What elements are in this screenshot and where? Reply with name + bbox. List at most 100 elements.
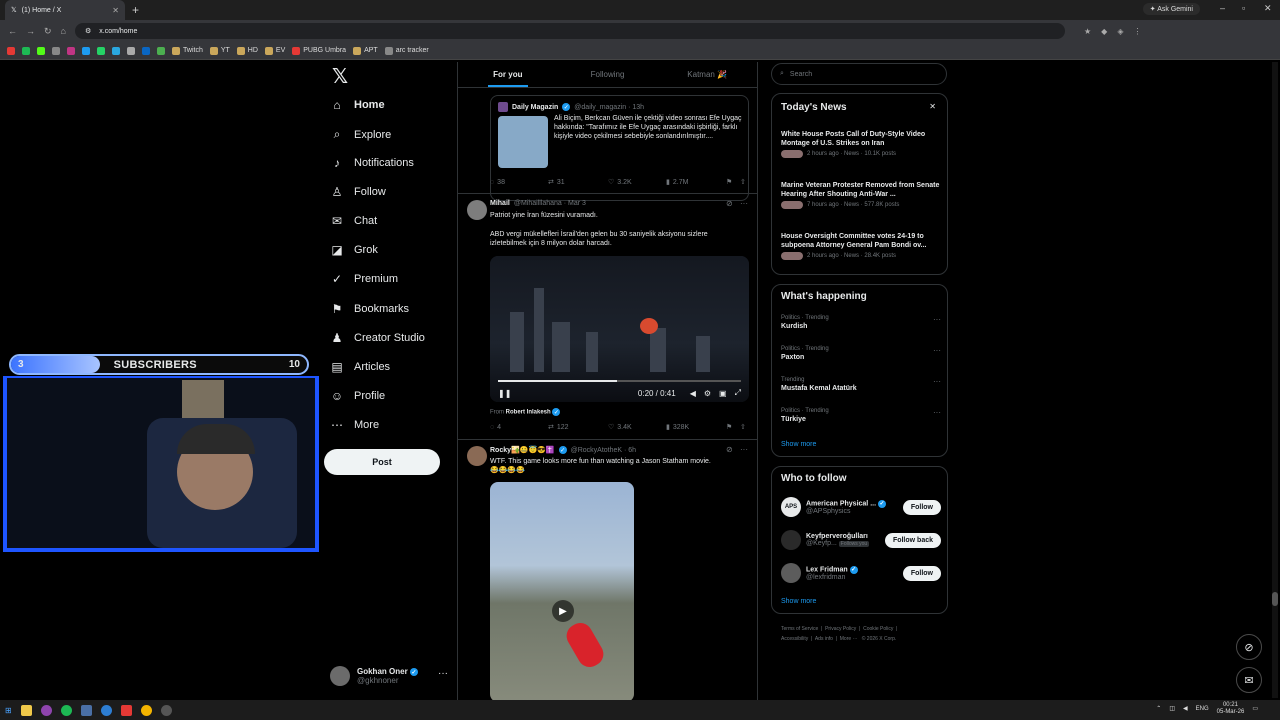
home-icon[interactable]: ⌂ [61, 26, 66, 36]
footer-link[interactable]: More ··· [840, 636, 858, 642]
trend-more-icon[interactable]: ··· [933, 408, 941, 417]
nav-item-home[interactable]: ⌂ Home [330, 98, 384, 112]
nav-item-more[interactable]: ⋯ More [330, 418, 379, 432]
play-icon[interactable]: ▶ [552, 600, 574, 622]
news-item[interactable]: House Oversight Committee votes 24-19 to… [781, 232, 941, 261]
settings-icon[interactable]: ⚙ [704, 389, 711, 398]
bookmark-favicon-icon[interactable] [97, 46, 105, 55]
bookmark-item[interactable]: PUBG Umbra [292, 46, 346, 55]
chrome-icon[interactable] [140, 704, 152, 716]
account-switcher[interactable]: Gokhan Oner ✓ @gkhnoner [330, 666, 418, 686]
trend-item[interactable]: Politics · Trending Kurdish ··· [781, 315, 941, 330]
ask-gemini-button[interactable]: ✦ Ask Gemini [1142, 3, 1200, 15]
bookmark-icon[interactable]: ⚑ [726, 178, 740, 186]
from-name[interactable]: Robert Inlakesh [506, 410, 551, 416]
bookmark-item[interactable]: YT [209, 46, 230, 55]
pause-icon[interactable]: ❚❚ [498, 389, 511, 398]
bookmark-item[interactable]: HD [236, 46, 258, 55]
bookmark-item[interactable]: arc tracker [384, 46, 429, 55]
close-icon[interactable]: ✕ [929, 102, 936, 111]
messages-fab-icon[interactable]: ✉ [1236, 667, 1262, 693]
tweet-more-icon[interactable]: ··· [740, 199, 748, 208]
x-logo[interactable]: 𝕏 [332, 64, 348, 88]
trend-more-icon[interactable]: ··· [933, 346, 941, 355]
tweet-author[interactable]: Mihail [490, 200, 510, 207]
extension-icon[interactable]: ◆ [1101, 27, 1107, 36]
avatar[interactable] [467, 446, 487, 466]
views-button[interactable]: ▮ 328K [666, 423, 726, 432]
tweet-author[interactable]: Rocky🏜️🤐😇😎✝️ [490, 446, 555, 454]
minimize-icon[interactable]: – [1220, 3, 1225, 13]
footer-link[interactable]: Ads info [815, 636, 833, 642]
browser-tab[interactable]: 𝕏 (1) Home / X ✕ [5, 0, 125, 20]
windows-start-icon[interactable]: ⊞ [5, 706, 12, 715]
follow-button[interactable]: Follow [902, 565, 941, 581]
search-input[interactable]: ⌕ Search [771, 63, 947, 85]
puzzle-icon[interactable]: ◈ [1117, 27, 1123, 36]
trend-more-icon[interactable]: ··· [933, 377, 941, 386]
grok-icon[interactable]: ⊘ [726, 445, 733, 454]
trend-item[interactable]: Politics · Trending Türkiye ··· [781, 408, 941, 423]
footer-link[interactable]: Privacy Policy [825, 626, 856, 632]
bookmark-favicon-icon[interactable] [157, 46, 165, 55]
grok-fab-icon[interactable]: ⊘ [1236, 634, 1262, 660]
tray-chevron-icon[interactable]: ⌃ [1156, 705, 1161, 712]
trend-item[interactable]: Trending Mustafa Kemal Atatürk ··· [781, 377, 941, 392]
bookmark-favicon-icon[interactable] [67, 46, 75, 55]
views-button[interactable]: ▮ 2.7M [666, 178, 726, 187]
like-button[interactable]: ♡ 3.2K [608, 178, 666, 187]
bookmark-favicon-icon[interactable] [7, 46, 15, 55]
show-more-link[interactable]: Show more [781, 598, 816, 605]
footer-link[interactable]: Cookie Policy [863, 626, 893, 632]
clock[interactable]: 00:21 05-Mar-26 [1217, 702, 1245, 715]
fullscreen-icon[interactable]: ⤢ [735, 388, 741, 398]
nav-item-articles[interactable]: ▤ Articles [330, 360, 390, 374]
share-icon[interactable]: ⇧ [740, 423, 746, 431]
volume-icon[interactable]: ◀ [1183, 705, 1188, 712]
bookmark-favicon-icon[interactable] [22, 46, 30, 55]
follow-suggestion[interactable]: Keyfperveroğulları @Keyfp... Follows you… [781, 530, 941, 550]
video-player[interactable]: ❚❚ 0:20 / 0:41 ◀ ⚙ ▣ ⤢ [490, 256, 749, 402]
language-indicator[interactable]: ENG [1196, 706, 1209, 712]
reload-icon[interactable]: ↻ [44, 26, 52, 37]
site-info-icon[interactable]: ⚙ [85, 27, 91, 35]
maximize-icon[interactable]: ▫ [1242, 3, 1245, 13]
quoted-thumbnail[interactable] [498, 116, 548, 168]
nav-item-premium[interactable]: ✓ Premium [330, 272, 398, 286]
nav-item-chat[interactable]: ✉ Chat [330, 214, 377, 228]
bookmark-favicon-icon[interactable] [52, 46, 60, 55]
bookmark-favicon-icon[interactable] [142, 46, 150, 55]
bookmark-favicon-icon[interactable] [37, 46, 45, 55]
avatar[interactable] [467, 200, 487, 220]
scrollbar-thumb[interactable] [1272, 592, 1278, 606]
bookmark-favicon-icon[interactable] [82, 46, 90, 55]
show-more-link[interactable]: Show more [781, 441, 816, 448]
app-icon[interactable] [40, 704, 52, 716]
grok-icon[interactable]: ⊘ [726, 199, 733, 208]
bookmark-item[interactable]: APT [353, 46, 378, 55]
follow-suggestion[interactable]: Lex Fridman ✓ @lexfridman Follow [781, 563, 941, 583]
repost-button[interactable]: ⇄ 31 [548, 178, 608, 187]
tab-following[interactable]: Following [558, 62, 658, 87]
follow-suggestion[interactable]: APS American Physical ... ✓ @APSphysics … [781, 497, 941, 517]
pip-icon[interactable]: ▣ [719, 389, 727, 398]
back-icon[interactable]: ← [8, 26, 17, 36]
news-item[interactable]: Marine Veteran Protester Removed from Se… [781, 181, 941, 210]
video-progress[interactable] [498, 380, 741, 382]
follow-back-button[interactable]: Follow back [884, 532, 941, 548]
nav-item-creator-studio[interactable]: ♟ Creator Studio [330, 331, 425, 345]
volume-icon[interactable]: ◀ [690, 389, 696, 398]
new-tab-button[interactable]: + [132, 3, 139, 17]
nav-item-follow[interactable]: ♙ Follow [330, 185, 386, 199]
obs-icon[interactable] [160, 704, 172, 716]
bookmark-item[interactable]: Twitch [172, 46, 203, 55]
bookmark-item[interactable]: EV [264, 46, 285, 55]
like-button[interactable]: ♡ 3.4K [608, 423, 666, 432]
trend-item[interactable]: Politics · Trending Paxton ··· [781, 346, 941, 361]
network-icon[interactable]: ◫ [1169, 705, 1175, 712]
app-icon[interactable] [100, 704, 112, 716]
footer-link[interactable]: Accessibility [781, 636, 808, 642]
game-video[interactable]: ▶ [490, 482, 634, 702]
bookmark-favicon-icon[interactable] [127, 46, 135, 55]
star-icon[interactable]: ★ [1084, 27, 1091, 36]
